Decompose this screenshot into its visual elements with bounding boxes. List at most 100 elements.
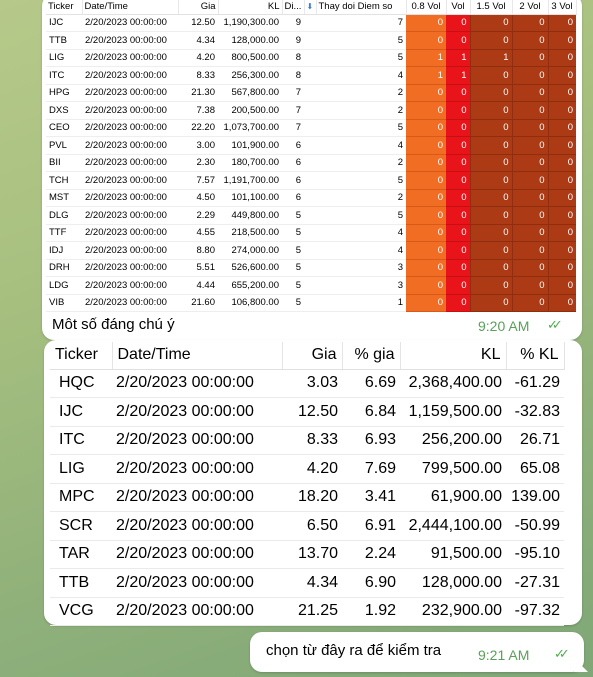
table-cell: 21.30 [178, 84, 218, 102]
table-cell: 4 [316, 136, 406, 155]
table-cell: VCG [50, 597, 112, 626]
table-cell: 4.50 [178, 189, 218, 207]
table-cell: 101,900.00 [218, 136, 282, 155]
table-cell: 0 [469, 294, 512, 312]
table-cell [304, 119, 316, 137]
table-cell: 0 [469, 101, 512, 120]
table-cell: 0 [446, 31, 470, 50]
message-bubble-filtered-image[interactable]: Ticker Date/Time Gia% gia KL% KL HQC 2/20/20… [44, 340, 582, 626]
table-row: DLG 2/20/2023 00:00:00 2.29 449,800.00 5 5 0 0 0… [46, 206, 576, 225]
table-cell: 8.33 [282, 426, 342, 455]
table-cell [304, 241, 316, 260]
table-cell: 0 [547, 49, 576, 67]
table-cell: 0 [547, 206, 576, 225]
table-cell: 0 [547, 259, 576, 277]
table-cell: 0 [511, 136, 548, 155]
table-cell: TTB [50, 568, 112, 598]
table-cell: 5 [316, 171, 406, 190]
table-cell: 2.24 [342, 540, 400, 569]
table-cell: 2 [316, 84, 406, 102]
table-cell [304, 206, 316, 225]
table-row: IDJ 2/20/2023 00:00:00 8.80 274,000.00 5 4 0 0 0… [46, 241, 576, 260]
table-cell: DRH [46, 259, 82, 277]
table-row: SCR 2/20/2023 00:00:00 6.50 6.91 2,444,100.0… [50, 511, 564, 541]
table-cell: 2/20/2023 00:00:00 [112, 426, 282, 455]
sort-icon: ⬇ [304, 0, 317, 15]
table-cell: 7 [316, 14, 406, 32]
table-cell: 6.50 [282, 511, 342, 541]
table-cell: -27.31 [506, 568, 564, 598]
table-cell: -50.99 [506, 511, 564, 541]
table-cell: 2/20/2023 00:00:00 [82, 84, 178, 102]
table-cell: 0 [511, 31, 548, 50]
table-cell: 6 [282, 171, 304, 190]
table-cell: 526,600.00 [218, 259, 282, 277]
table-cell: 2/20/2023 00:00:00 [82, 206, 178, 225]
table-cell: LIG [46, 49, 82, 67]
table-cell: DXS [46, 101, 82, 120]
table-cell: 0 [547, 189, 576, 207]
column-header: Thay doi Diem so [316, 0, 407, 15]
table-cell: 0 [547, 224, 576, 242]
table-cell: IDJ [46, 241, 82, 260]
table-cell: 2/20/2023 00:00:00 [82, 241, 178, 260]
table-cell: 0 [511, 224, 548, 242]
table-cell: 0 [406, 171, 446, 190]
table-cell: 2/20/2023 00:00:00 [112, 568, 282, 598]
table-row: TTB 2/20/2023 00:00:00 4.34 128,000.00 9 5 0 0 0… [46, 31, 576, 50]
column-header: KL [218, 0, 283, 15]
table-row: DXS 2/20/2023 00:00:00 7.38 200,500.00 7 2 0 0 0… [46, 101, 576, 120]
table-cell: 0 [446, 84, 470, 102]
table-cell: 8 [282, 66, 304, 85]
table-cell: 2,444,100.00 [400, 511, 506, 541]
table-cell: 91,500.00 [400, 540, 506, 569]
table-cell: 0 [406, 276, 446, 295]
table-cell: -61.29 [506, 369, 564, 398]
table-row: TTB 2/20/2023 00:00:00 4.34 6.90 128,000.00-… [50, 568, 564, 598]
table-cell: 4.55 [178, 224, 218, 242]
table-cell: 0 [469, 119, 512, 137]
table-cell: 2/20/2023 00:00:00 [82, 259, 178, 277]
table-cell: 655,200.00 [218, 276, 282, 295]
table-cell: 2/20/2023 00:00:00 [82, 101, 178, 120]
table-cell: 2 [316, 189, 406, 207]
message-caption: Môt số đáng chú ý [52, 316, 175, 333]
table-cell: 0 [406, 189, 446, 207]
table-cell: 0 [511, 189, 548, 207]
table-cell: 218,500.00 [218, 224, 282, 242]
table-cell: 61,900.00 [400, 483, 506, 512]
table-cell: 2/20/2023 00:00:00 [112, 397, 282, 427]
message-bubble-screener-image[interactable]: Ticker Date/Time Gia KL Di... ⬇ Thay doi Diem … [42, 0, 582, 340]
table-cell: 6 [282, 136, 304, 155]
table-cell: 0 [547, 154, 576, 172]
table-cell: 5 [282, 276, 304, 295]
table-cell: 6.69 [342, 369, 400, 398]
table-cell: 0 [406, 136, 446, 155]
table-cell: 2/20/2023 00:00:00 [82, 66, 178, 85]
table-cell: LDG [46, 276, 82, 295]
table-cell: 567,800.00 [218, 84, 282, 102]
table-cell: 2/20/2023 00:00:00 [82, 154, 178, 172]
table-cell: 0 [469, 84, 512, 102]
table-cell: 200,500.00 [218, 101, 282, 120]
table-cell: 12.50 [178, 14, 218, 32]
table-cell: 9 [282, 31, 304, 50]
table-cell: 2,368,400.00 [400, 369, 506, 398]
table-cell: 449,800.00 [218, 206, 282, 225]
table-cell: 2/20/2023 00:00:00 [112, 540, 282, 569]
column-header: Gia [178, 0, 219, 15]
table-cell: 0 [547, 66, 576, 85]
table-cell: 22.20 [178, 119, 218, 137]
table-cell: 3 [316, 259, 406, 277]
column-header: Gia [282, 342, 343, 370]
table-cell: TTB [46, 31, 82, 50]
filtered-table-header: Ticker Date/Time Gia% gia KL% KL [50, 342, 565, 370]
table-cell: 0 [469, 206, 512, 225]
table-cell: 7.69 [342, 454, 400, 484]
table-cell: 5 [316, 206, 406, 225]
table-cell: 0 [446, 136, 470, 155]
table-row: TTF 2/20/2023 00:00:00 4.55 218,500.00 5 4 0 0 0… [46, 224, 576, 242]
table-cell: 18.20 [282, 483, 342, 512]
message-bubble-text[interactable]: chọn từ đây ra để kiểm tra 9:21 AM ✓✓ [250, 632, 588, 672]
table-cell: 0 [511, 101, 548, 120]
